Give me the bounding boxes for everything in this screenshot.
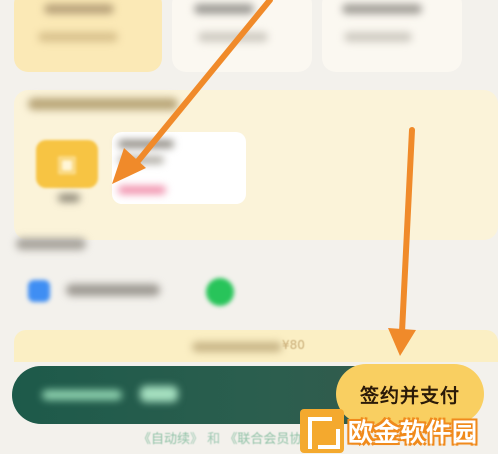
- watermark-logo-icon: [300, 409, 344, 453]
- plan-card-1[interactable]: [14, 0, 162, 72]
- pay-price-blur: [140, 386, 178, 402]
- benefit-item-subtitle-blur: [118, 156, 164, 164]
- promo-strip: ¥80: [14, 330, 498, 362]
- benefit-panel: ▣: [14, 90, 498, 240]
- alipay-icon: [28, 280, 50, 302]
- auto-renew-agreement-link[interactable]: 《自动续: [138, 432, 190, 447]
- agreement-separator: 和: [207, 432, 221, 447]
- benefit-item-title-blur: [118, 140, 174, 148]
- vip-checkout-page: ▣ ¥80 签约并支付 《自动续》 和 《联合会员协议》 欧金软件园: [0, 0, 498, 454]
- promo-text-blur: [192, 342, 282, 352]
- plan-card-2[interactable]: [172, 0, 312, 72]
- plan-title-blur: [342, 4, 422, 14]
- benefit-icon-label-blur: [58, 194, 80, 202]
- wechat-pay-icon: [206, 278, 234, 306]
- payment-method-title-blur: [16, 238, 86, 250]
- watermark: 欧金软件园: [300, 408, 496, 454]
- plan-subtitle-blur: [198, 32, 268, 42]
- benefit-item-tag-blur: [118, 186, 166, 194]
- plan-subtitle-blur: [344, 32, 412, 42]
- pay-amount-blur: [42, 390, 122, 400]
- benefit-title-blur: [28, 98, 178, 110]
- payment-option-label-blur: [66, 284, 160, 296]
- plan-subtitle-blur: [38, 32, 118, 42]
- benefit-item-card[interactable]: [112, 132, 246, 204]
- plan-title-blur: [44, 4, 114, 14]
- plan-title-blur: [194, 4, 254, 14]
- plan-card-3[interactable]: [322, 0, 462, 72]
- benefit-app-icon[interactable]: ▣: [36, 140, 98, 188]
- watermark-text: 欧金软件园: [348, 418, 479, 447]
- agreement-link-tail: 》: [190, 432, 204, 447]
- benefit-glyph-icon: ▣: [56, 151, 78, 177]
- promo-price: ¥80: [282, 338, 305, 352]
